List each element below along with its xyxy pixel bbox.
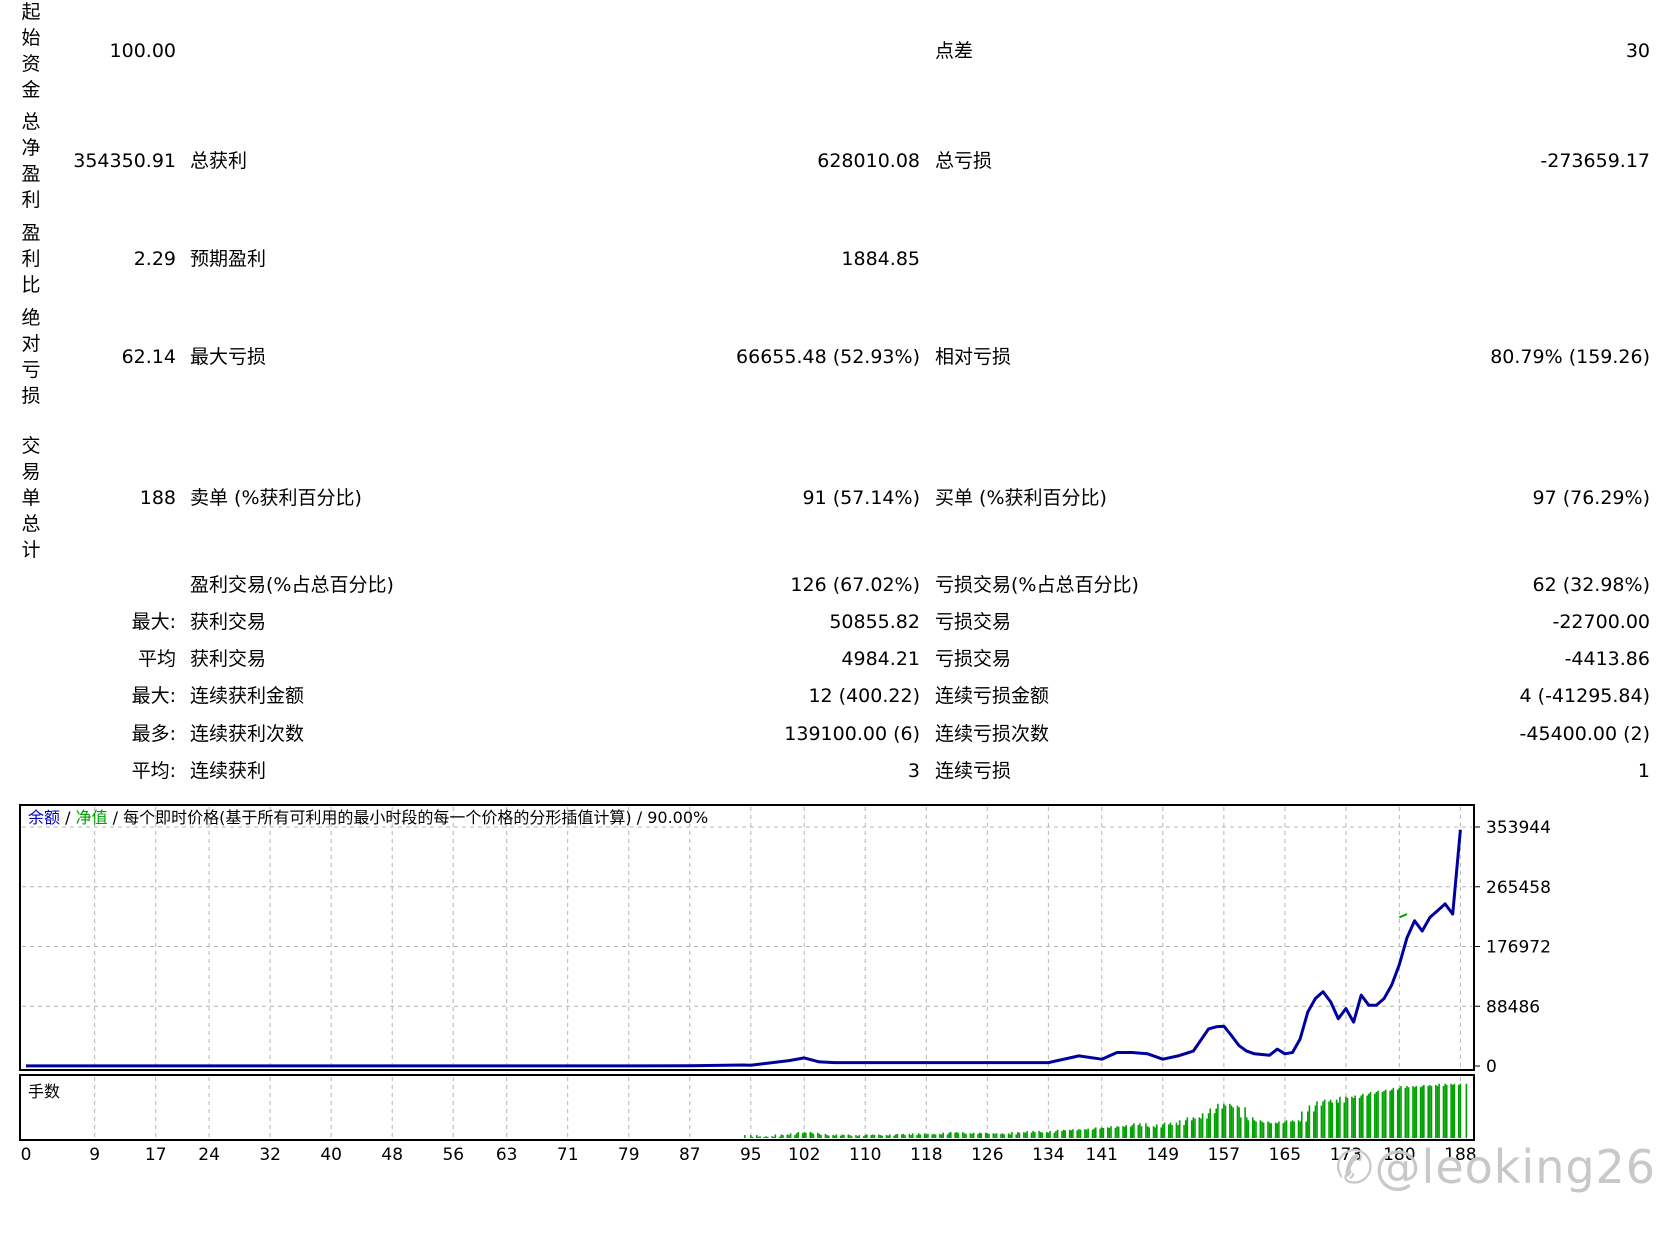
x-tick-label: 126: [971, 1145, 1003, 1165]
chart-legend: 余额 / 净值 / 每个即时价格(基于所有可利用的最小时段的每一个价格的分形插值…: [28, 808, 708, 827]
x-tick-label: 0: [21, 1145, 32, 1165]
x-tick-label: 24: [198, 1145, 220, 1165]
watermark-text: @leoking268: [1374, 1140, 1658, 1194]
x-tick-label: 9: [89, 1145, 100, 1165]
y-tick-label: 353944: [1486, 818, 1551, 838]
legend-sep2: /: [108, 808, 124, 827]
legend-balance: 余额: [28, 808, 60, 827]
y-tick-label: 88486: [1486, 997, 1540, 1017]
x-tick-label: 95: [740, 1145, 762, 1165]
x-tick-label: 71: [557, 1145, 579, 1165]
lots-label: 手数: [28, 1082, 60, 1101]
y-tick-label: 265458: [1486, 878, 1551, 898]
legend-rest: 每个即时价格(基于所有可利用的最小时段的每一个价格的分形插值计算) / 90.0…: [123, 808, 708, 827]
x-tick-label: 87: [679, 1145, 701, 1165]
x-tick-label: 157: [1208, 1145, 1240, 1165]
x-tick-label: 134: [1032, 1145, 1064, 1165]
x-tick-label: 40: [320, 1145, 342, 1165]
y-tick-label: 176972: [1486, 938, 1551, 958]
x-tick-label: 79: [618, 1145, 640, 1165]
x-tick-label: 102: [788, 1145, 820, 1165]
x-tick-label: 110: [849, 1145, 881, 1165]
x-tick-label: 118: [910, 1145, 942, 1165]
x-tick-label: 149: [1147, 1145, 1179, 1165]
x-tick-label: 48: [381, 1145, 403, 1165]
watermark: ✆@leoking268: [1335, 1140, 1658, 1194]
main-plot-frame: [19, 804, 1475, 1071]
x-tick-label: 141: [1086, 1145, 1118, 1165]
x-tick-label: 63: [496, 1145, 518, 1165]
x-tick-label: 17: [145, 1145, 167, 1165]
y-tick-label: 0: [1486, 1057, 1497, 1077]
balance-chart: 0 9 17 24 32 40 48 56 63 71 79 87 95 102 110 118 126 134 1…: [19, 804, 1551, 1165]
x-tick-label: 32: [259, 1145, 281, 1165]
weibo-icon: ✆: [1335, 1140, 1375, 1194]
legend-equity: 净值: [76, 808, 108, 827]
x-tick-label: 165: [1269, 1145, 1301, 1165]
legend-sep1: /: [60, 808, 76, 827]
x-tick-label: 56: [442, 1145, 464, 1165]
